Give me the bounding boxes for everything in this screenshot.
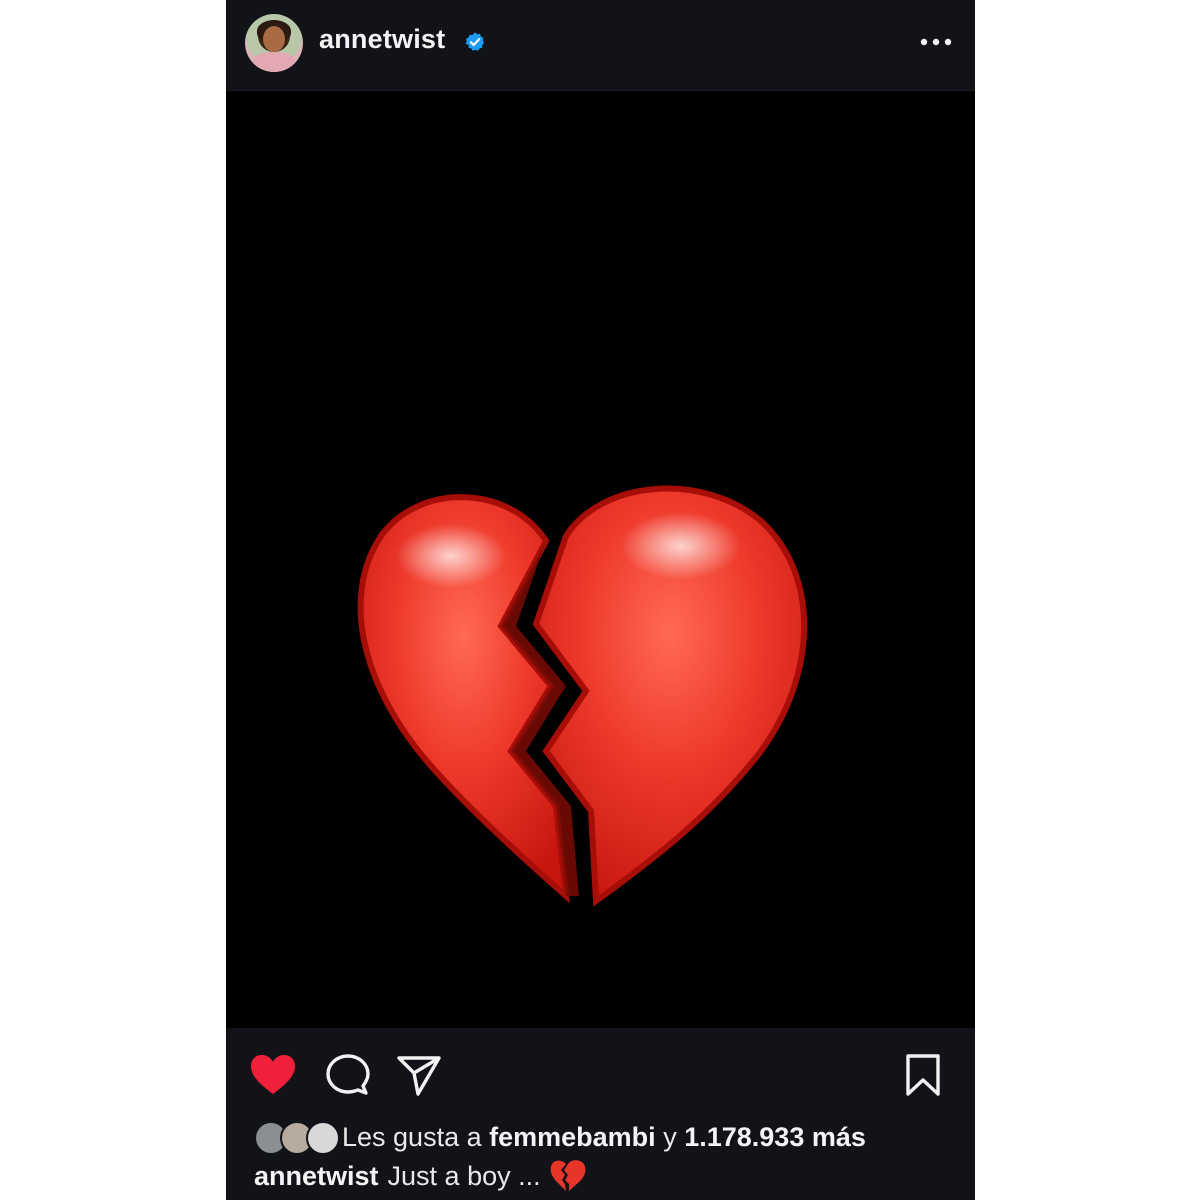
likes-summary[interactable]: Les gusta a femmebambi y 1.178.933 más <box>254 1119 866 1155</box>
broken-heart-emoji-image <box>357 485 808 907</box>
bookmark-icon[interactable] <box>898 1053 948 1097</box>
likes-connector: y <box>663 1121 677 1152</box>
comment-icon[interactable] <box>322 1053 372 1097</box>
likes-count[interactable]: 1.178.933 más <box>684 1122 866 1153</box>
post-header: annetwist <box>226 0 975 91</box>
likes-prefix: Les gusta a <box>342 1121 482 1152</box>
verified-badge-icon <box>465 32 485 51</box>
post-actions-bar: Les gusta a femmebambi y 1.178.933 más a… <box>226 1029 975 1200</box>
liker-avatar <box>306 1121 340 1155</box>
avatar-face <box>263 26 285 52</box>
send-icon[interactable] <box>394 1053 444 1097</box>
post-media[interactable] <box>226 91 975 1028</box>
heart-filled-icon[interactable] <box>248 1053 298 1097</box>
caption-username[interactable]: annetwist <box>254 1161 379 1192</box>
liker-avatars <box>254 1121 340 1155</box>
avatar-clothing <box>253 52 295 72</box>
more-horizontal-icon[interactable] <box>914 28 958 56</box>
instagram-post: annetwist Les gusta a femmebambi y 1.178… <box>226 0 975 1200</box>
likes-first-user[interactable]: femmebambi <box>489 1122 656 1153</box>
caption-text: Just a boy ... <box>387 1160 541 1191</box>
post-caption: annetwist Just a boy ... <box>254 1159 587 1193</box>
broken-heart-icon <box>550 1160 586 1191</box>
post-username[interactable]: annetwist <box>319 24 445 55</box>
user-avatar[interactable] <box>245 14 303 72</box>
